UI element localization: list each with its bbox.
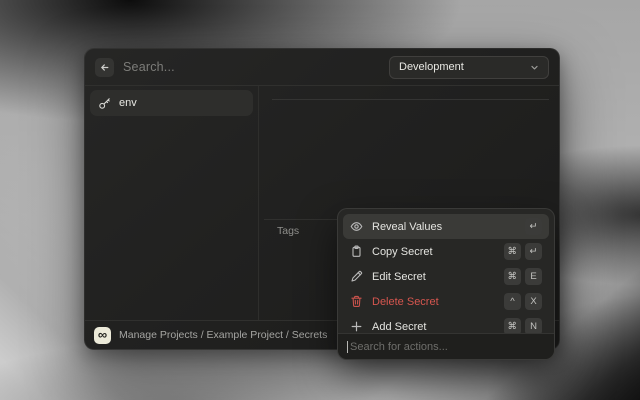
key-badge-cmd: ⌘ bbox=[504, 318, 522, 333]
menu-item-label: Copy Secret bbox=[372, 246, 495, 258]
text-caret bbox=[347, 341, 348, 353]
actions-menu-list: Reveal Values ↵ Copy Secret ⌘ ↵ bbox=[338, 209, 554, 333]
key-badge-cmd: ⌘ bbox=[504, 268, 522, 285]
detail-divider-top bbox=[272, 99, 549, 100]
environment-select-value: Development bbox=[399, 61, 524, 73]
key-badge-return: ↵ bbox=[525, 218, 542, 235]
key-badge-return: ↵ bbox=[525, 243, 542, 260]
menu-item-reveal-values[interactable]: Reveal Values ↵ bbox=[343, 214, 549, 239]
app-window: Search... Development env Tags bbox=[84, 48, 560, 350]
infisical-logo-icon: ∞ bbox=[94, 327, 111, 344]
sidebar-item-env[interactable]: env bbox=[90, 90, 253, 116]
menu-item-label: Reveal Values bbox=[372, 221, 516, 233]
sidebar-item-label: env bbox=[119, 97, 137, 109]
pencil-icon bbox=[350, 270, 363, 283]
back-button[interactable] bbox=[95, 58, 114, 77]
search-input[interactable]: Search... bbox=[123, 60, 380, 74]
tags-label: Tags bbox=[277, 225, 299, 237]
key-badge-cmd: ⌘ bbox=[504, 243, 522, 260]
menu-item-add-secret[interactable]: Add Secret ⌘ N bbox=[343, 314, 549, 333]
key-icon bbox=[98, 97, 111, 110]
window-header: Search... Development bbox=[85, 49, 559, 86]
actions-search-input[interactable]: Search for actions... bbox=[338, 333, 554, 359]
menu-item-edit-secret[interactable]: Edit Secret ⌘ E bbox=[343, 264, 549, 289]
arrow-left-icon bbox=[99, 62, 110, 73]
clipboard-icon bbox=[350, 245, 363, 258]
secrets-sidebar: env bbox=[85, 86, 259, 320]
trash-icon bbox=[350, 295, 363, 308]
key-badge-ctrl: ^ bbox=[504, 293, 521, 310]
window-body: env Tags Reveal Values ↵ bbox=[85, 86, 559, 320]
menu-item-label: Add Secret bbox=[372, 321, 495, 333]
menu-item-copy-secret[interactable]: Copy Secret ⌘ ↵ bbox=[343, 239, 549, 264]
environment-select[interactable]: Development bbox=[389, 56, 549, 79]
key-badge-e: E bbox=[525, 268, 542, 285]
plus-icon bbox=[350, 320, 363, 333]
menu-item-delete-secret[interactable]: Delete Secret ^ X bbox=[343, 289, 549, 314]
chevron-down-icon bbox=[530, 63, 539, 72]
menu-item-label: Delete Secret bbox=[372, 296, 495, 308]
menu-item-label: Edit Secret bbox=[372, 271, 495, 283]
actions-search-placeholder: Search for actions... bbox=[350, 341, 448, 353]
breadcrumb: Manage Projects / Example Project / Secr… bbox=[119, 329, 331, 341]
eye-icon bbox=[350, 220, 363, 233]
key-badge-n: N bbox=[525, 318, 542, 333]
actions-menu: Reveal Values ↵ Copy Secret ⌘ ↵ bbox=[337, 208, 555, 360]
key-badge-x: X bbox=[525, 293, 542, 310]
